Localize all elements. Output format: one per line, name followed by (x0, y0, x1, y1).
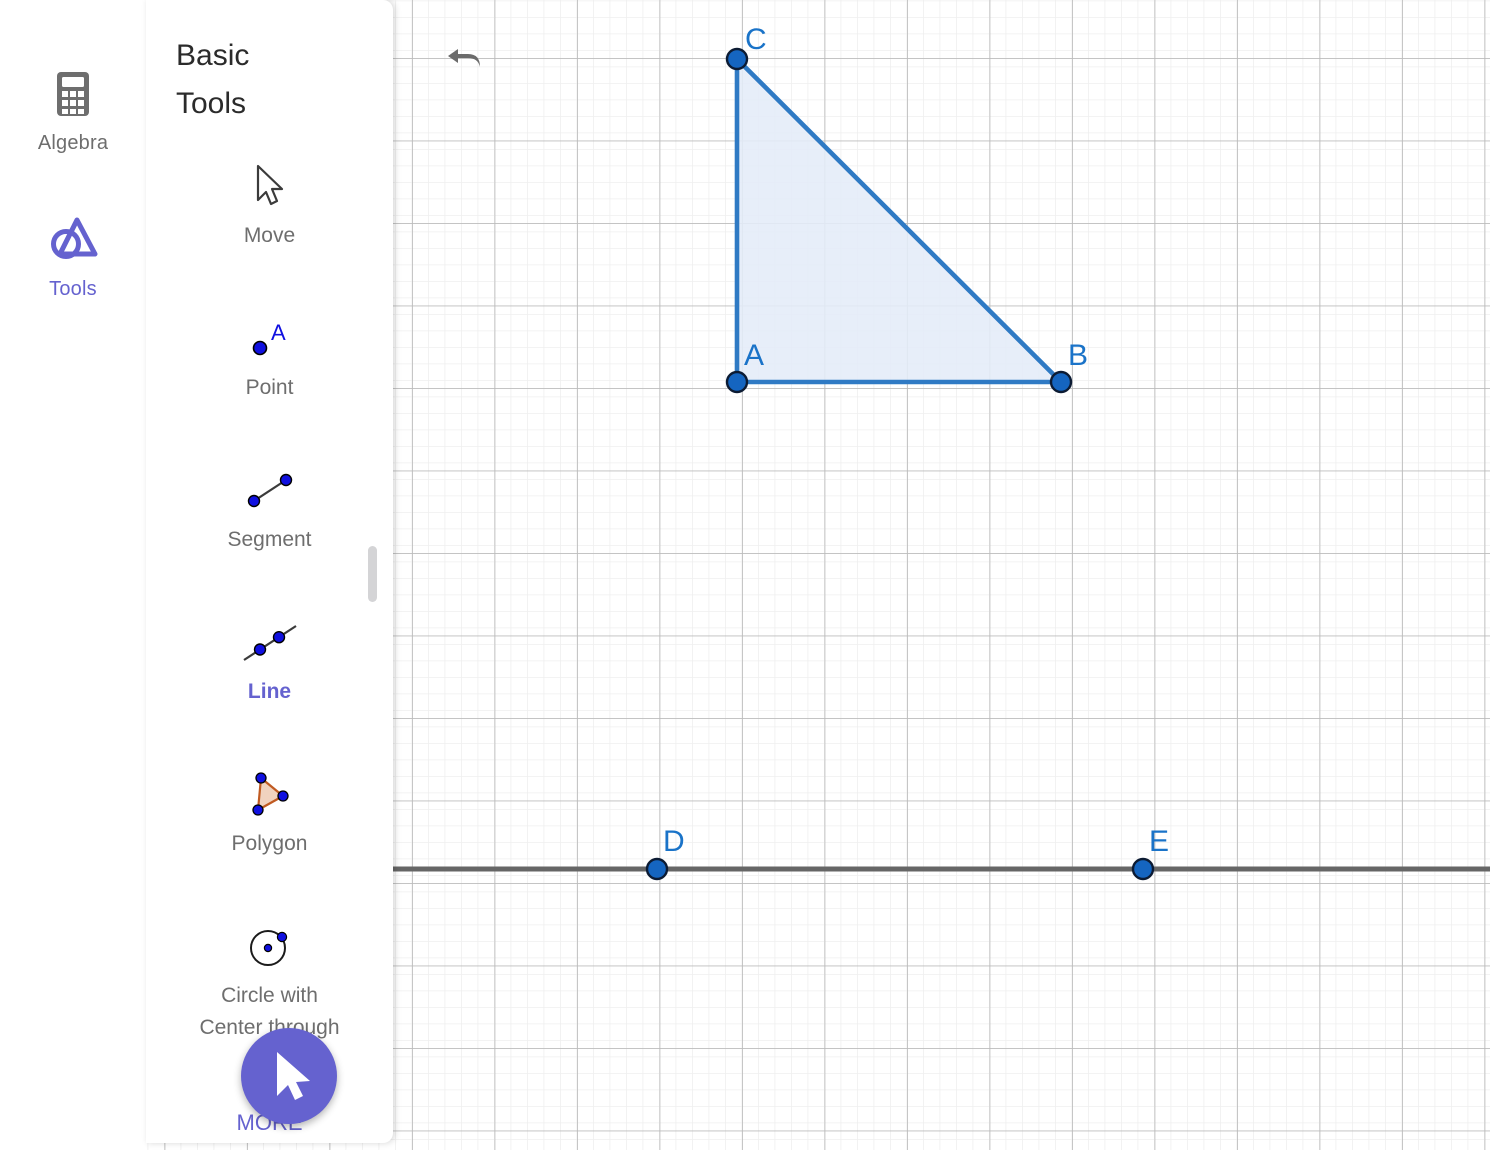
rail-item-algebra-label: Algebra (37, 132, 109, 154)
tools-panel: Basic Tools Move A Point Segment Line Po… (146, 0, 393, 1143)
circle-center-icon (146, 920, 393, 978)
undo-arrow-icon (448, 49, 480, 67)
tool-item-line[interactable]: Line (146, 616, 393, 706)
point-label-D: D (663, 825, 685, 858)
point-label-C: C (745, 23, 767, 56)
polygon-icon (146, 768, 393, 826)
point-label-B: B (1068, 339, 1088, 372)
rail-item-tools[interactable]: Tools (0, 216, 146, 301)
segment-icon (146, 464, 393, 522)
point-D[interactable] (645, 857, 669, 881)
calculator-icon (0, 70, 146, 126)
point-icon: A (146, 312, 393, 370)
tool-item-move-label: Move (243, 224, 296, 247)
tool-item-polygon[interactable]: Polygon (146, 768, 393, 858)
geogebra-app: C A B D E Algebra Tools Basic Tools Move… (0, 0, 1490, 1150)
line-icon (146, 616, 393, 674)
cursor-arrow-icon (277, 1052, 310, 1100)
panel-title-line2: Tools (176, 87, 247, 120)
triangle-abc[interactable] (734, 53, 1067, 385)
point-label-E: E (1149, 825, 1169, 858)
geogebra-logo-icon (0, 216, 146, 272)
app-icon-rail: Algebra Tools (0, 0, 146, 1150)
tool-item-move[interactable]: Move (146, 160, 393, 250)
cursor-arrow-icon (146, 160, 393, 218)
tool-item-segment-label: Segment (227, 528, 312, 551)
panel-scrollbar[interactable] (368, 546, 377, 602)
panel-title-line1: Basic (176, 39, 250, 72)
point-A[interactable] (725, 370, 749, 394)
tool-item-segment[interactable]: Segment (146, 464, 393, 554)
tool-item-circle-label-line1: Circle with (221, 984, 318, 1007)
panel-title: Basic Tools (176, 32, 366, 128)
svg-text:A: A (271, 320, 286, 345)
undo-button[interactable] (444, 38, 488, 82)
tool-item-point[interactable]: A Point (146, 312, 393, 402)
point-C[interactable] (725, 47, 749, 71)
tool-item-line-label: Line (247, 680, 292, 703)
tool-item-polygon-label: Polygon (231, 832, 308, 855)
point-B[interactable] (1049, 370, 1073, 394)
point-label-A: A (744, 339, 764, 372)
point-E[interactable] (1131, 857, 1155, 881)
tool-item-circle-with-center-through[interactable]: Circle with Center through (146, 920, 393, 1042)
rail-item-tools-label: Tools (49, 278, 97, 300)
rail-item-algebra[interactable]: Algebra (0, 70, 146, 155)
move-tool-fab-button[interactable] (241, 1028, 337, 1124)
tool-item-point-label: Point (245, 376, 294, 399)
